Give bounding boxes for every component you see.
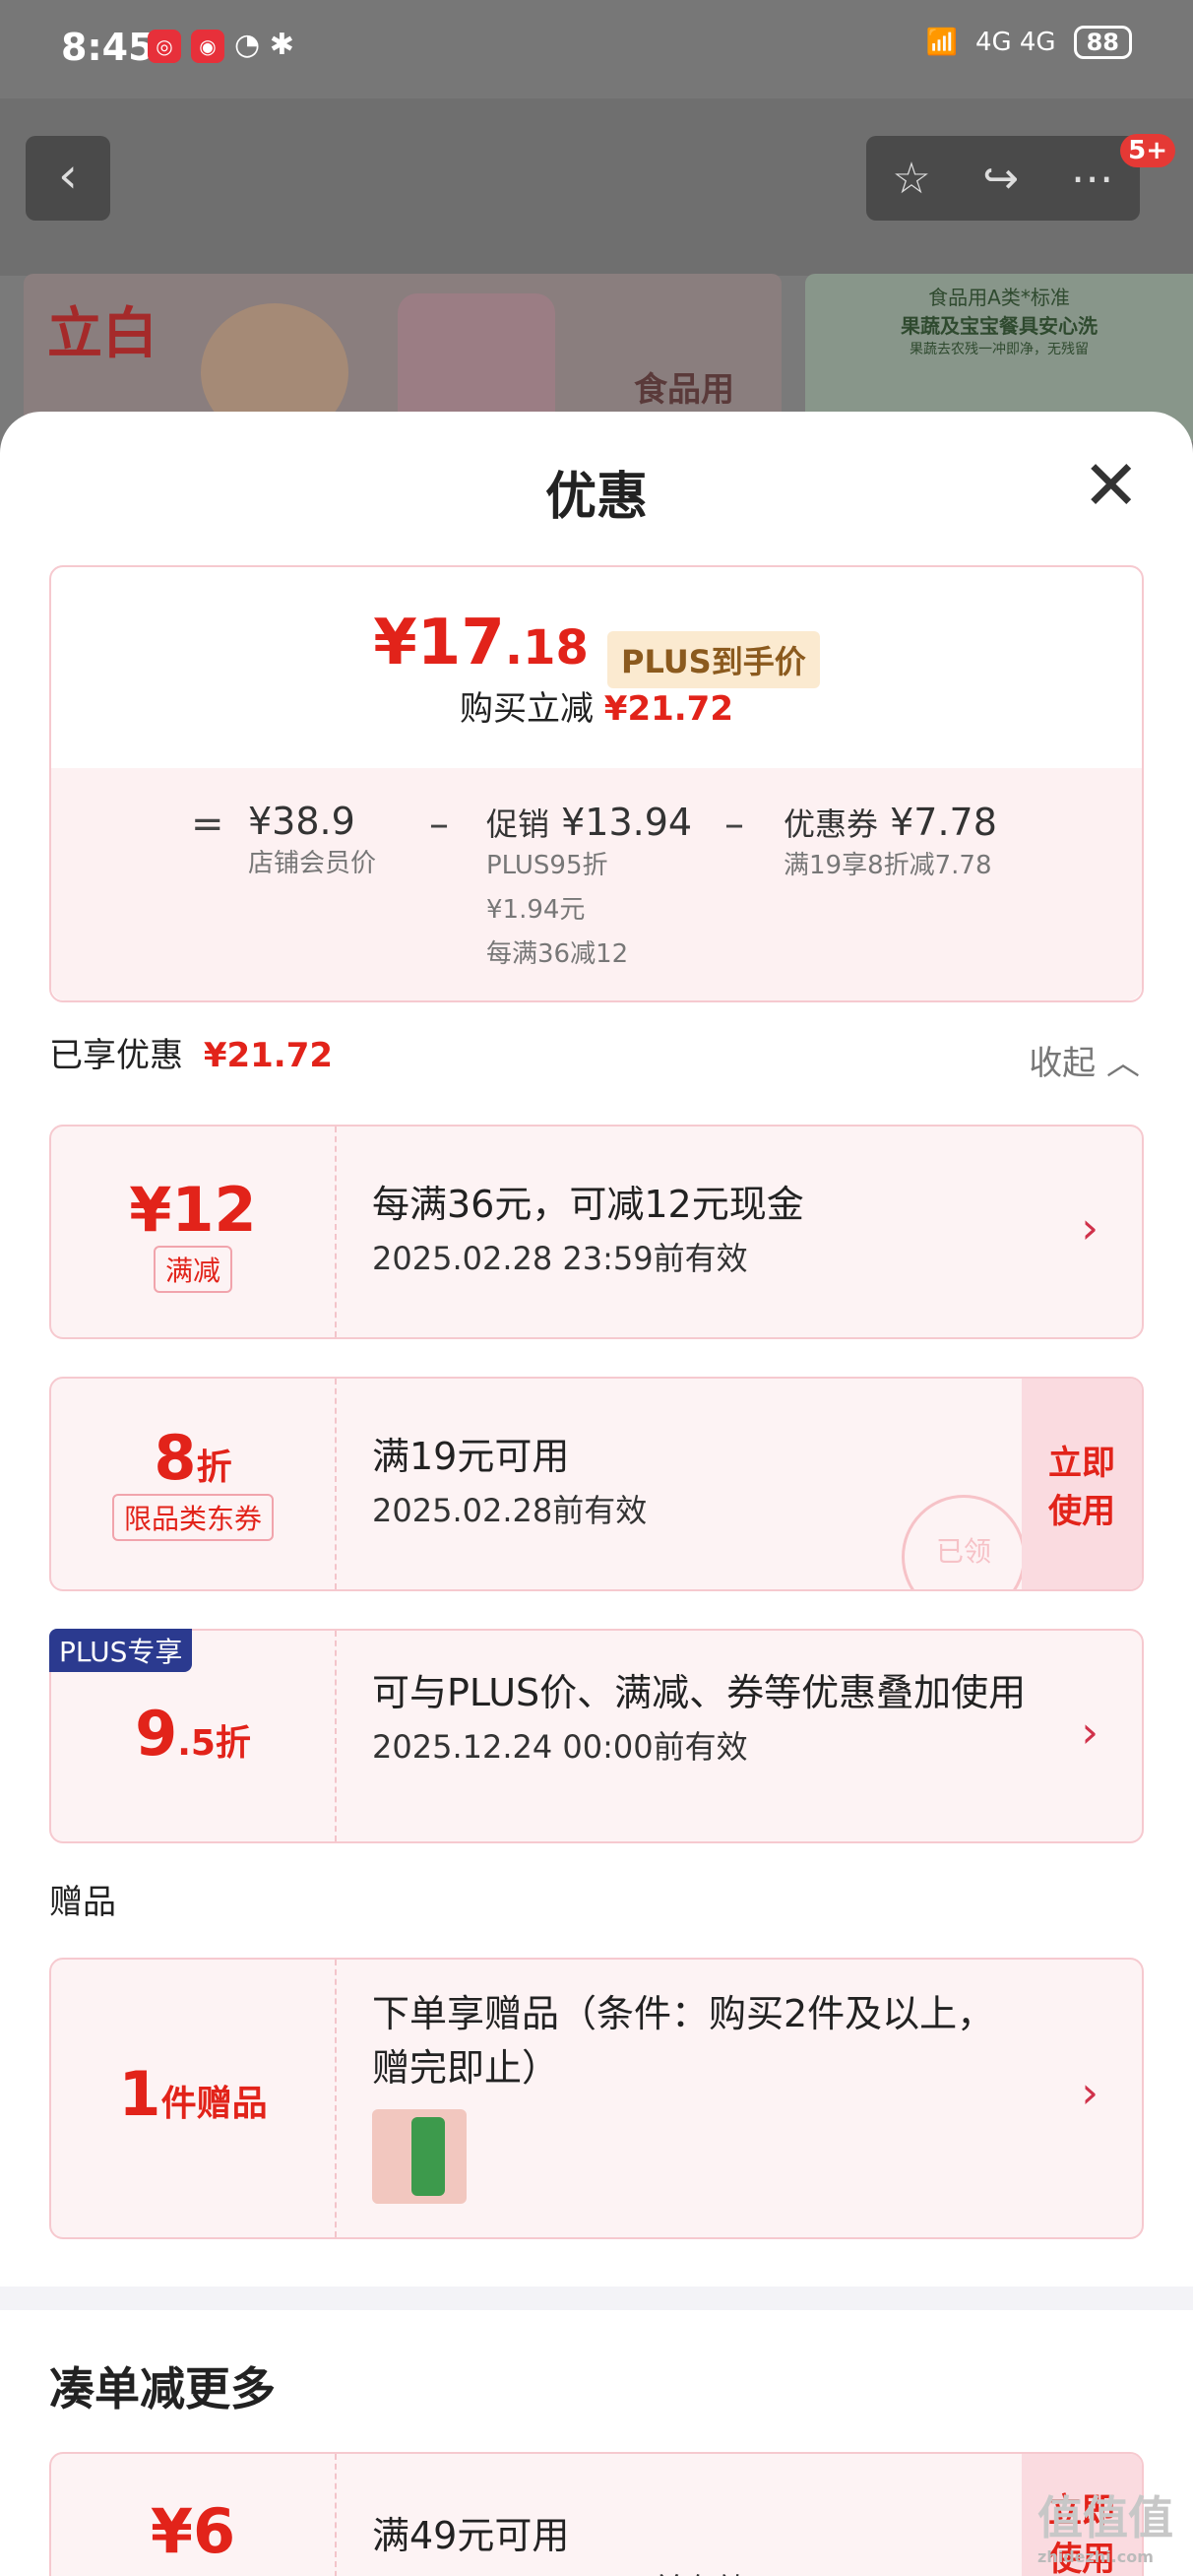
coupon-title: 每满36元，可减12元现金 [372,1183,804,1226]
coupon-valid: 2025.03.31 23:59前有效 [372,2565,1034,2576]
wifi-icon: 📶 [925,28,958,57]
header-actions: ☆ ↪ ⋯ [866,136,1140,221]
coupon-detail: 满19享8折减7.78 [784,851,992,880]
member-price-col: ¥38.9 店铺会员价 [248,800,376,879]
gift-left: 1件赠品 [51,1960,337,2237]
coupon-title: 满49元可用 [372,2514,570,2557]
coupon-type-tag: 满减 [153,1246,232,1293]
chevron-right-icon: › [1081,2068,1099,2118]
coupon-title: 满19元可用 [372,1435,570,1478]
status-time: 8:45 [61,26,155,69]
site-watermark: 值值值 zhidezhi.com [1037,2491,1173,2566]
reduction-value: ¥21.72 [603,689,733,729]
favorite-star-icon[interactable]: ☆ [892,154,930,204]
banner2-line1: 食品用A类*标准 [928,286,1070,309]
price-summary-card: ¥17.18 PLUS到手价 购买立减 ¥21.72 = ¥38.9 店铺会员价… [49,565,1144,1002]
coupon-title: 可与PLUS价、满减、券等优惠叠加使用 [372,1671,1027,1714]
gift-card[interactable]: 1件赠品 下单享赠品（条件：购买2件及以上，赠完即止） › [49,1958,1144,2239]
gift-product-image [372,2109,467,2204]
coupon-info: 每满36元，可减12元现金 2025.02.28 23:59前有效 [372,1127,1034,1279]
status-bar: 8:45 ◎ ◉ ◔ ✱ 📶 4G 4G 88 [0,0,1193,98]
discount-sheet: 优惠 ✕ ¥17.18 PLUS到手价 购买立减 ¥21.72 = ¥38.9 … [0,412,1193,2576]
enjoyed-discount: 已享优惠 ¥21.72 [49,1036,334,1075]
banner2-line3: 果蔬去农残一冲即净，无残留 [910,342,1089,357]
use-now-button[interactable]: 立即使用 [1022,1379,1142,1589]
more-discount-title: 凑单减更多 [49,2362,276,2415]
promotion-detail-3: 每满36减12 [486,939,629,969]
coupon-left: ¥6 [51,2454,337,2576]
chevron-right-icon: › [1081,1203,1099,1254]
collapse-button[interactable]: 收起 ︿ [1029,1036,1140,1084]
coupon-amount: 优惠券 ¥7.78 [784,801,997,844]
gift-amount: 1件赠品 [118,2058,268,2130]
coupon-left: 8折 限品类东券 [51,1379,337,1589]
extra-coupon[interactable]: ¥6 满49元可用 2025.03.31 23:59前有效 立即使用 [49,2452,1144,2576]
total-reduction: 购买立减 ¥21.72 [459,689,733,729]
member-price-label: 店铺会员价 [248,849,377,878]
speed-icon: ◔ ✱ [234,28,294,62]
minus-sign-2: – [724,802,744,847]
sheet-title: 优惠 [544,468,648,527]
minus-sign: – [429,802,449,847]
equals-sign: = [191,802,224,847]
coupon-amount: 9.5折 [135,1698,251,1770]
banner2-line2: 果蔬及宝宝餐具安心洗 [901,314,1098,338]
plus-exclusive-badge: PLUS专享 [49,1629,193,1672]
food-grade-label: 食品用 [634,370,734,410]
close-icon[interactable]: ✕ [1082,451,1140,520]
promotion-detail-2: ¥1.94元 [486,895,586,925]
signal-text: 4G 4G [974,28,1056,57]
chevron-right-icon: › [1081,1707,1099,1758]
coupon-info: 可与PLUS价、满减、券等优惠叠加使用 2025.12.24 00:00前有效 [372,1631,1034,1768]
coupon-info: 满49元可用 2025.03.31 23:59前有效 [372,2454,1034,2576]
more-menu-icon[interactable]: ⋯ [1071,154,1114,204]
gift-info: 下单享赠品（条件：购买2件及以上，赠完即止） [372,1960,1014,2204]
coupon-amount: 8折 [154,1422,232,1494]
back-arrow-icon: ‹ [58,147,78,204]
coupon-valid: 2025.12.24 00:00前有效 [372,1728,748,1766]
plus-price-tag: PLUS到手价 [606,630,820,688]
section-divider [0,2286,1193,2310]
battery-level: 88 [1073,26,1132,59]
plus-discount-coupon[interactable]: 9.5折 PLUS专享 可与PLUS价、满减、券等优惠叠加使用 2025.12.… [49,1629,1144,1843]
coupon-left: ¥12 满减 [51,1127,337,1337]
coupon-amount: ¥12 [129,1174,257,1246]
final-price: ¥17.18 [373,607,589,679]
back-button[interactable]: ‹ [26,136,110,221]
share-icon[interactable]: ↪ [982,154,1019,204]
coupon-valid: 2025.02.28 23:59前有效 [372,1240,748,1277]
category-coupon[interactable]: 8折 限品类东券 满19元可用 2025.02.28前有效 已领 立即使用 [49,1377,1144,1591]
message-count-badge: 5+ [1120,134,1175,167]
promotion-col: 促销 ¥13.94 PLUS95折 ¥1.94元 每满36减12 [486,800,692,970]
notification-app-icon: ◎ [148,30,181,63]
coupon-col: 优惠券 ¥7.78 满19享8折减7.78 [784,800,997,881]
final-price-line: ¥17.18 PLUS到手价 [51,607,1142,688]
brand-logo: 立白 [47,302,157,366]
promotion-detail-1: PLUS95折 [486,851,608,880]
member-price: ¥38.9 [248,800,355,843]
gift-title: 下单享赠品（条件：购买2件及以上，赠完即止） [372,1992,995,2090]
status-right: 📶 4G 4G 88 [926,26,1132,59]
chevron-up-icon: ︿ [1106,1044,1140,1083]
coupon-type-tag: 限品类东券 [111,1494,274,1541]
full-reduction-coupon[interactable]: ¥12 满减 每满36元，可减12元现金 2025.02.28 23:59前有效… [49,1125,1144,1339]
promotion-amount: 促销 ¥13.94 [486,801,693,844]
gift-section-title: 赠品 [49,1883,116,1922]
notification-app-icon-2: ◉ [191,30,224,63]
coupon-amount: ¥6 [150,2495,236,2567]
